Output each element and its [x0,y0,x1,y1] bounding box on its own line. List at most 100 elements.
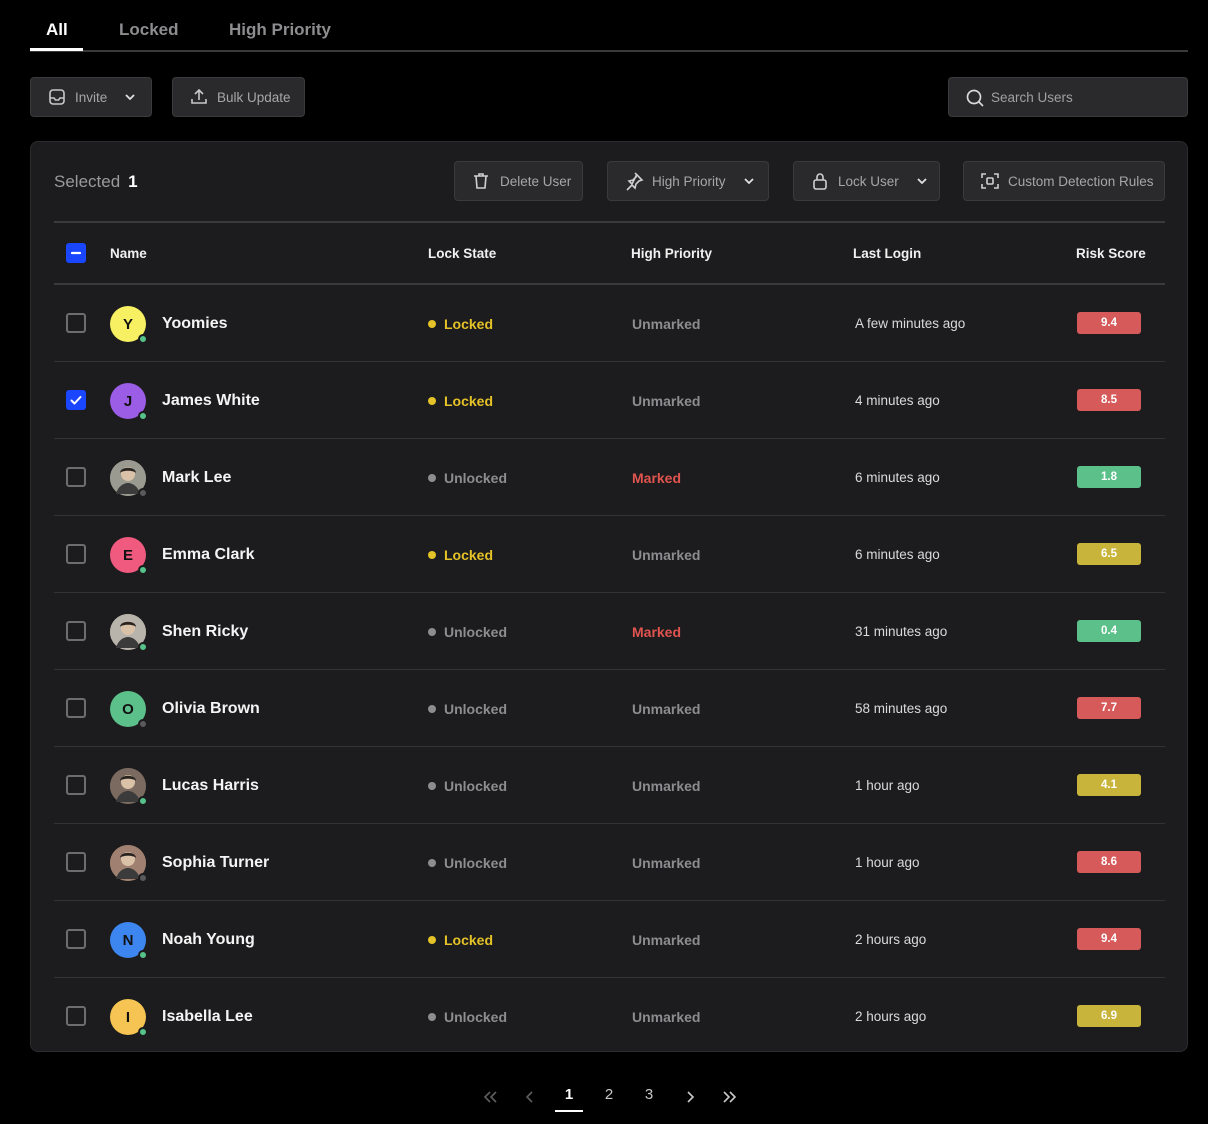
lock-state-label: Locked [444,932,494,948]
table-row[interactable]: J James White Locked Unmarked 4 minutes ago 8… [54,362,1165,439]
bulk-update-label: Bulk Update [217,89,291,105]
avatar-initial: E [122,546,133,564]
lock-user-button[interactable]: Lock User [793,161,940,201]
row-checkbox[interactable] [66,621,86,641]
presence-indicator [138,334,148,344]
previous-page-icon[interactable] [520,1087,540,1112]
column-header-name[interactable]: Name [110,246,147,261]
lock-state-label: Unlocked [444,1009,508,1025]
high-priority-label: High Priority [652,173,726,189]
row-checkbox[interactable] [66,544,86,564]
row-checkbox[interactable] [66,390,86,410]
lock-state: Unlocked [428,701,507,717]
divider [54,221,1165,223]
user-name[interactable]: Lucas Harris [162,777,259,795]
table-row[interactable]: Y Yoomies Locked Unmarked A few minutes ago 9… [54,285,1165,362]
chevron-down-icon [742,174,756,188]
user-name[interactable]: Noah Young [162,931,255,949]
priority-status: Unmarked [632,547,701,563]
last-page-icon[interactable] [720,1087,740,1112]
table-row[interactable]: E Emma Clark Locked Unmarked 6 minutes ago 6.… [54,516,1165,593]
invite-button[interactable]: Invite [30,77,152,117]
user-name[interactable]: Shen Ricky [162,623,248,641]
user-name[interactable]: Mark Lee [162,469,231,487]
bulk-update-button[interactable]: Bulk Update [172,77,305,117]
avatar: N [110,922,148,960]
lock-state-label: Locked [444,316,494,332]
presence-indicator [138,565,148,575]
lock-state: Locked [428,932,493,948]
lock-state-label: Unlocked [444,624,508,640]
last-login: 58 minutes ago [855,701,948,716]
user-name[interactable]: Emma Clark [162,546,255,564]
presence-indicator [138,950,148,960]
next-page-icon[interactable] [680,1087,700,1112]
row-checkbox[interactable] [66,929,86,949]
presence-indicator [138,796,148,806]
table-row[interactable]: Mark Lee Unlocked Marked 6 minutes ago 1.8 [54,439,1165,516]
risk-score-badge: 8.6 [1077,851,1141,873]
row-checkbox[interactable] [66,852,86,872]
lock-state: Unlocked [428,778,507,794]
lock-state-dot [428,320,436,328]
page-1[interactable]: 1 [555,1086,583,1103]
active-tab-indicator [30,48,83,51]
table-row[interactable]: N Noah Young Locked Unmarked 2 hours ago 9.4 [54,901,1165,978]
presence-indicator [138,488,148,498]
lock-state: Unlocked [428,1009,507,1025]
delete-user-label: Delete User [500,173,572,189]
first-page-icon[interactable] [480,1087,500,1112]
page-2[interactable]: 2 [595,1086,623,1103]
column-header-last-login[interactable]: Last Login [853,246,921,261]
tab-locked[interactable]: Locked [119,20,179,40]
risk-score-badge: 9.4 [1077,312,1141,334]
lock-state-dot [428,705,436,713]
last-login: 6 minutes ago [855,470,940,485]
row-checkbox[interactable] [66,698,86,718]
user-name[interactable]: Isabella Lee [162,1008,253,1026]
row-checkbox[interactable] [66,1006,86,1026]
custom-detection-rules-button[interactable]: Custom Detection Rules [963,161,1165,201]
page-3[interactable]: 3 [635,1086,663,1103]
user-name[interactable]: James White [162,392,260,410]
row-checkbox[interactable] [66,467,86,487]
tab-high-priority[interactable]: High Priority [229,20,331,40]
lock-state-label: Locked [444,393,494,409]
lock-state-dot [428,782,436,790]
avatar [110,845,148,883]
column-header-lock-state[interactable]: Lock State [428,246,496,261]
search-box [948,77,1188,117]
last-login: 2 hours ago [855,1009,927,1024]
column-header-risk-score[interactable]: Risk Score [1076,246,1146,261]
high-priority-button[interactable]: High Priority [607,161,769,201]
selected-count: 1 [128,172,138,191]
table-row[interactable]: Lucas Harris Unlocked Unmarked 1 hour ago 4.… [54,747,1165,824]
priority-status: Unmarked [632,1009,701,1025]
priority-status: Unmarked [632,701,701,717]
delete-user-button[interactable]: Delete User [454,161,583,201]
row-checkbox[interactable] [66,313,86,333]
table-row[interactable]: Shen Ricky Unlocked Marked 31 minutes ago 0.… [54,593,1165,670]
lock-state: Unlocked [428,855,507,871]
select-all-checkbox[interactable] [66,243,86,263]
user-name[interactable]: Sophia Turner [162,854,269,872]
row-checkbox[interactable] [66,775,86,795]
lock-state-label: Unlocked [444,855,508,871]
lock-state-label: Unlocked [444,470,508,486]
tab-all[interactable]: All [46,20,68,40]
chevron-down-icon [915,174,929,188]
last-login: A few minutes ago [855,316,966,331]
lock-state-dot [428,628,436,636]
avatar: I [110,999,148,1037]
table-row[interactable]: I Isabella Lee Unlocked Unmarked 2 hours ago… [54,978,1165,1055]
risk-score-badge: 6.5 [1077,543,1141,565]
table-row[interactable]: O Olivia Brown Unlocked Unmarked 58 minutes … [54,670,1165,747]
last-login: 31 minutes ago [855,624,948,639]
user-name[interactable]: Olivia Brown [162,700,260,718]
user-name[interactable]: Yoomies [162,315,228,333]
lock-state-label: Unlocked [444,778,508,794]
trash-icon [471,171,491,191]
table-row[interactable]: Sophia Turner Unlocked Unmarked 1 hour ago 8… [54,824,1165,901]
search-input[interactable] [991,78,1181,116]
column-header-high-priority[interactable]: High Priority [631,246,712,261]
